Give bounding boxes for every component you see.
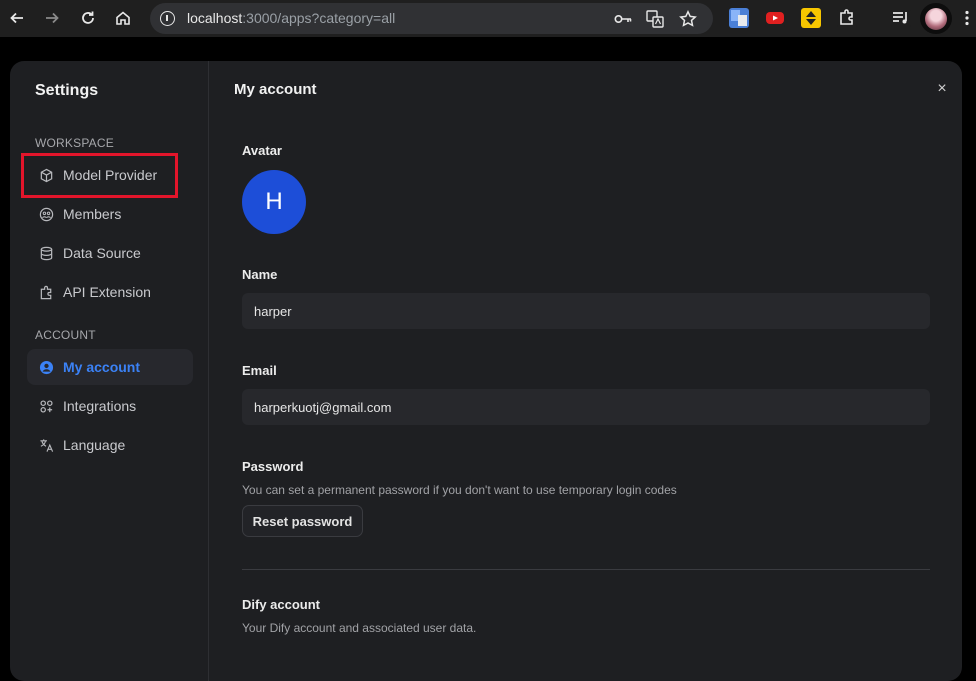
password-label: Password bbox=[242, 459, 304, 474]
page-title: My account bbox=[234, 81, 317, 98]
avatar[interactable]: H bbox=[242, 170, 306, 234]
language-icon bbox=[39, 438, 54, 453]
home-icon[interactable] bbox=[111, 6, 135, 30]
bookmark-star-icon[interactable] bbox=[678, 9, 698, 29]
name-input[interactable] bbox=[242, 293, 930, 329]
avatar-label: Avatar bbox=[242, 143, 282, 158]
sidebar-item-label: Integrations bbox=[63, 398, 137, 414]
email-label: Email bbox=[242, 363, 277, 378]
sidebar-item-integrations[interactable]: Integrations bbox=[27, 388, 193, 424]
forward-arrow-icon[interactable] bbox=[40, 6, 64, 30]
google-translate-extension-icon[interactable] bbox=[729, 8, 749, 28]
close-icon[interactable]: × bbox=[935, 81, 949, 97]
sidebar-item-my-account[interactable]: My account bbox=[27, 349, 193, 385]
highlight-annotation bbox=[21, 153, 178, 198]
address-bar[interactable]: localhost:3000/apps?category=all bbox=[150, 3, 713, 34]
password-hint: You can set a permanent password if you … bbox=[242, 483, 677, 497]
back-arrow-icon[interactable] bbox=[5, 6, 29, 30]
sidebar-item-label: My account bbox=[63, 359, 141, 375]
workspace-section-label: WORKSPACE bbox=[35, 136, 114, 150]
sidebar-item-label: Members bbox=[63, 206, 122, 222]
user-circle-icon bbox=[39, 360, 54, 375]
name-label: Name bbox=[242, 267, 278, 282]
account-section-label: ACCOUNT bbox=[35, 328, 96, 342]
url-text: localhost:3000/apps?category=all bbox=[187, 10, 396, 26]
translate-icon[interactable] bbox=[645, 9, 665, 29]
profile-avatar[interactable] bbox=[920, 3, 952, 34]
settings-sidebar: Settings WORKSPACE Model Provider Member… bbox=[10, 61, 209, 681]
integrations-icon bbox=[39, 399, 54, 414]
site-info-icon[interactable] bbox=[160, 11, 175, 26]
media-controls-icon[interactable] bbox=[891, 8, 911, 28]
browser-menu-icon[interactable] bbox=[960, 6, 974, 30]
browser-toolbar: localhost:3000/apps?category=all bbox=[0, 0, 976, 37]
sidebar-item-label: Data Source bbox=[63, 245, 141, 261]
sidebar-item-data-source[interactable]: Data Source bbox=[27, 235, 193, 271]
members-icon bbox=[39, 207, 54, 222]
sidebar-item-members[interactable]: Members bbox=[27, 196, 193, 232]
reload-icon[interactable] bbox=[76, 6, 100, 30]
extensions-puzzle-icon[interactable] bbox=[837, 8, 857, 28]
dify-account-label: Dify account bbox=[242, 597, 321, 612]
sidebar-item-language[interactable]: Language bbox=[27, 427, 193, 463]
email-input[interactable] bbox=[242, 389, 930, 425]
key-icon[interactable] bbox=[613, 9, 633, 29]
reset-password-button[interactable]: Reset password bbox=[242, 505, 363, 537]
section-divider bbox=[242, 569, 930, 570]
database-icon bbox=[39, 246, 54, 261]
sidebar-item-label: API Extension bbox=[63, 284, 151, 300]
sort-extension-icon[interactable] bbox=[801, 8, 821, 28]
youtube-extension-icon[interactable] bbox=[765, 8, 785, 28]
dify-account-hint: Your Dify account and associated user da… bbox=[242, 621, 477, 635]
sidebar-item-api-extension[interactable]: API Extension bbox=[27, 274, 193, 310]
sidebar-item-label: Language bbox=[63, 437, 126, 453]
puzzle-icon bbox=[39, 285, 54, 300]
settings-title: Settings bbox=[35, 82, 99, 99]
settings-modal: Settings WORKSPACE Model Provider Member… bbox=[10, 61, 962, 681]
